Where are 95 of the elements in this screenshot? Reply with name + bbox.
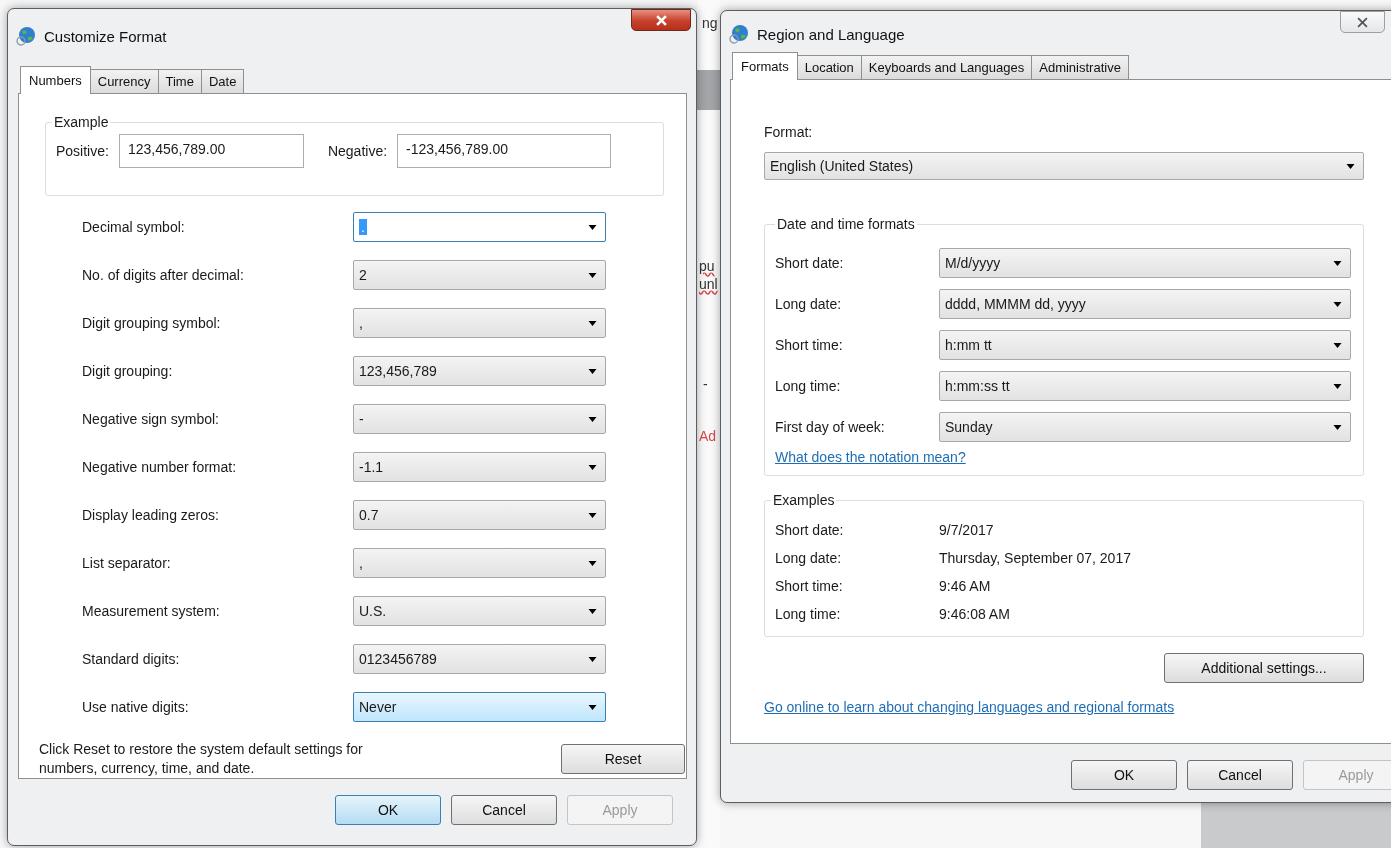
field-label: Short time: <box>775 337 844 353</box>
dropdown[interactable]: English (United States) <box>764 152 1364 180</box>
close-button[interactable] <box>1340 11 1385 33</box>
dropdown[interactable]: 123,456,789 <box>353 356 606 386</box>
field-label: First day of week: <box>775 419 886 435</box>
additional-settings-button[interactable]: Additional settings... <box>1164 653 1364 683</box>
field-label: Positive: <box>56 143 109 159</box>
window-title: Region and Language <box>757 25 905 43</box>
dropdown[interactable]: dddd, MMMM dd, yyyy <box>939 289 1351 319</box>
dialog-button[interactable]: Cancel <box>1187 760 1293 790</box>
text-field[interactable]: -123,456,789.00 <box>397 134 612 168</box>
online-link[interactable]: Go online to learn about changing languages and regional formats <box>764 699 1175 715</box>
caret-icon <box>1333 260 1342 266</box>
field-label: Long date: <box>775 296 843 312</box>
group-label: Examples <box>772 492 836 508</box>
setting-label: Display leading zeros: <box>82 507 220 523</box>
setting-label: Decimal symbol: <box>82 219 186 235</box>
dropdown[interactable]: h:mm:ss tt <box>939 371 1351 401</box>
field-label: Format: <box>764 124 814 140</box>
tab[interactable]: Numbers <box>20 66 91 94</box>
caret-icon <box>1333 383 1342 389</box>
dropdown[interactable]: M/d/yyyy <box>939 248 1351 278</box>
dialog-button[interactable]: Cancel <box>451 795 557 825</box>
reset-button[interactable]: Reset <box>561 744 685 774</box>
caret-icon <box>588 368 597 374</box>
dropdown[interactable]: -1.1 <box>353 452 606 482</box>
dialog-button[interactable]: OK <box>1071 760 1177 790</box>
tab[interactable]: Keyboards and Languages <box>860 55 1033 79</box>
setting-label: Standard digits: <box>82 651 181 667</box>
setting-label: Negative number format: <box>82 459 238 475</box>
caret-icon <box>588 416 597 422</box>
caret-icon <box>588 224 597 230</box>
example-value: 9/7/2017 <box>939 522 994 538</box>
example-label: Long date: <box>775 550 843 566</box>
group-label: Example <box>53 114 110 130</box>
caret-icon <box>588 464 597 470</box>
caret-icon <box>588 512 597 518</box>
tab[interactable]: Administrative <box>1031 55 1129 79</box>
caret-icon <box>1333 424 1342 430</box>
caret-icon <box>1346 163 1355 169</box>
dialog-button[interactable]: OK <box>335 795 441 825</box>
dropdown[interactable]: U.S. <box>353 596 606 626</box>
dropdown[interactable]: Sunday <box>939 412 1351 442</box>
caret-icon <box>588 272 597 278</box>
dropdown[interactable]: 0.7 <box>353 500 606 530</box>
setting-label: Digit grouping symbol: <box>82 315 222 331</box>
example-value: 9:46:08 AM <box>939 606 1010 622</box>
tab[interactable]: Formats <box>732 52 798 80</box>
caret-icon <box>1333 342 1342 348</box>
tab[interactable]: Currency <box>89 69 159 93</box>
example-value: 9:46 AM <box>939 578 991 594</box>
tab[interactable]: Date <box>200 69 245 93</box>
window-title: Customize Format <box>44 27 167 45</box>
setting-label: Digit grouping: <box>82 363 174 379</box>
globe-icon <box>16 26 36 46</box>
background-text: Ad <box>699 428 717 444</box>
globe-icon <box>729 24 749 44</box>
setting-label: List separator: <box>82 555 172 571</box>
field-label: Short date: <box>775 255 845 271</box>
example-value: Thursday, September 07, 2017 <box>939 550 1131 566</box>
setting-label: Negative sign symbol: <box>82 411 220 427</box>
tab[interactable]: Location <box>796 55 862 79</box>
help-link[interactable]: What does the notation mean? <box>775 449 966 465</box>
background-text: unl <box>699 276 718 292</box>
dropdown[interactable]: , <box>353 308 606 338</box>
tab[interactable]: Time <box>157 69 202 93</box>
setting-label: Measurement system: <box>82 603 221 619</box>
background-text: ng <box>702 15 718 31</box>
field-label: Long time: <box>775 378 842 394</box>
caret-icon <box>1333 301 1342 307</box>
background-text: - <box>703 376 708 392</box>
caret-icon <box>588 608 597 614</box>
close-button[interactable] <box>631 9 691 31</box>
field-label: Negative: <box>327 143 388 159</box>
example-label: Short time: <box>775 578 844 594</box>
close-icon <box>655 14 667 26</box>
group-label: Date and time formats <box>776 216 916 232</box>
background-text: pu <box>699 258 715 274</box>
reset-note: Click Reset to restore the system default settings for numbers, currency, time, and date. <box>39 740 364 778</box>
dropdown[interactable]: - <box>353 404 606 434</box>
text-field[interactable]: 123,456,789.00 <box>118 134 304 168</box>
dropdown[interactable]: Never <box>353 692 606 722</box>
dropdown[interactable]: h:mm tt <box>939 330 1351 360</box>
caret-icon <box>588 560 597 566</box>
caret-icon <box>588 656 597 662</box>
close-icon <box>1357 16 1368 28</box>
dropdown[interactable]: , <box>353 548 606 578</box>
example-label: Long time: <box>775 606 842 622</box>
setting-label: Use native digits: <box>82 699 190 715</box>
caret-icon <box>588 704 597 710</box>
caret-icon <box>588 320 597 326</box>
dropdown[interactable]: 2 <box>353 260 606 290</box>
setting-label: No. of digits after decimal: <box>82 267 245 283</box>
dropdown[interactable]: 0123456789 <box>353 644 606 674</box>
example-label: Short date: <box>775 522 845 538</box>
